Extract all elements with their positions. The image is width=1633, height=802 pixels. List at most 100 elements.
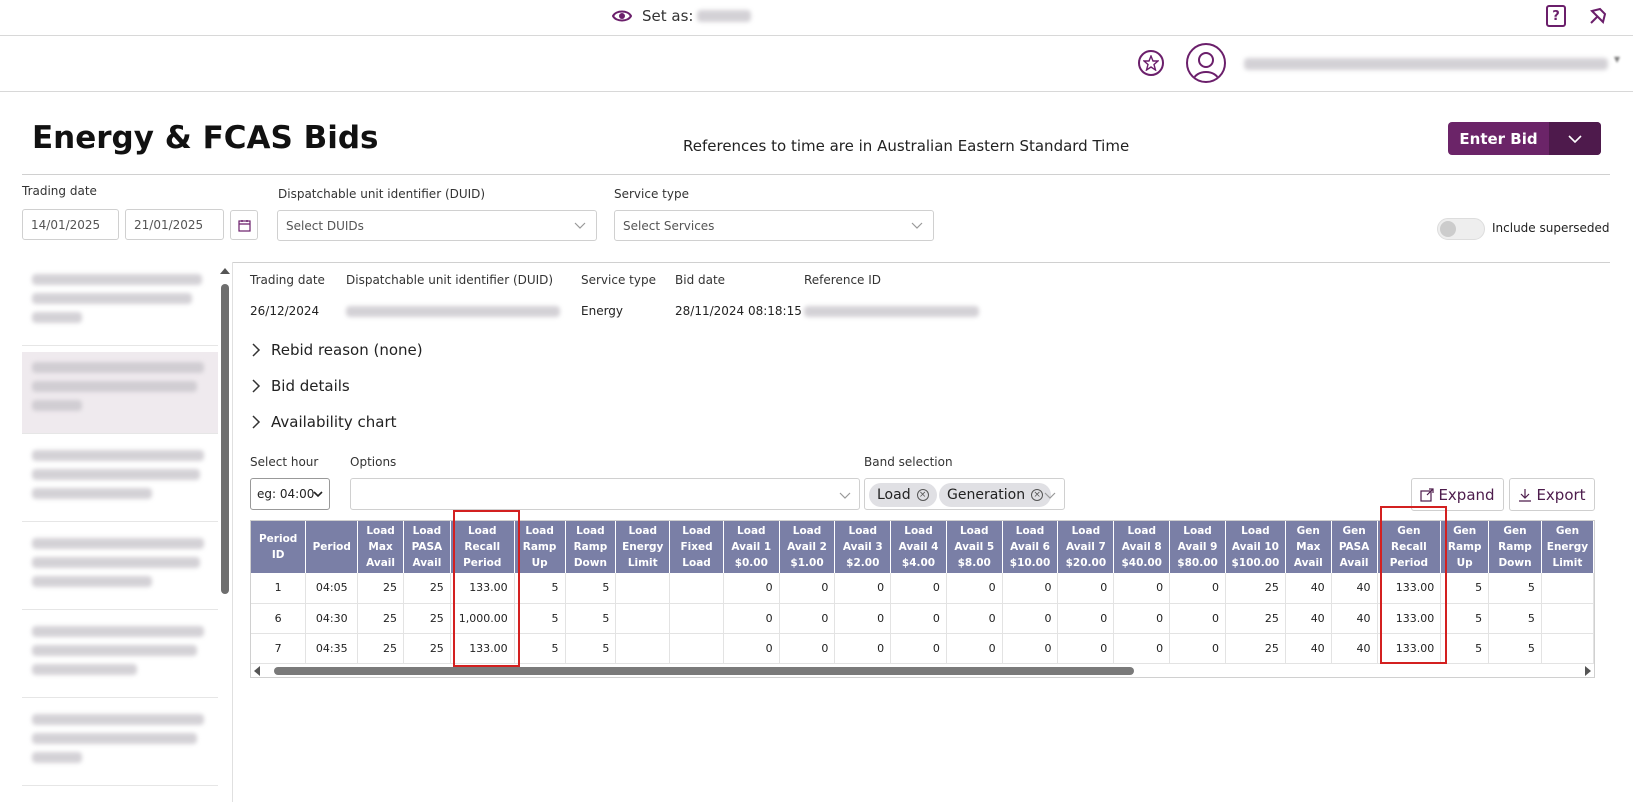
close-icon[interactable]: ×: [1031, 489, 1044, 501]
scroll-up-icon[interactable]: [220, 268, 230, 274]
column-header[interactable]: Load Fixed Load: [669, 521, 724, 573]
column-header[interactable]: Load PASA Avail: [403, 521, 451, 573]
table-cell: 6: [251, 603, 307, 634]
date-from-input[interactable]: 14/01/2025: [22, 209, 119, 240]
pin-icon[interactable]: [1588, 6, 1608, 26]
scroll-thumb[interactable]: [274, 667, 1134, 675]
table-cell: 25: [403, 603, 451, 634]
table-cell: 5: [1488, 603, 1542, 634]
chevron-right-icon: [252, 415, 261, 429]
band-chip-generation[interactable]: Generation ×: [939, 483, 1052, 507]
detail-service-type-header: Service type: [581, 273, 656, 287]
chevron-down-icon: [911, 222, 923, 229]
table-body: 1 04:05 25 25 133.00 5 5 0 0 0 0 0 0 0 0 0 25 40 40 133.00 5…: [251, 573, 1594, 664]
band-selection-select[interactable]: Load × Generation ×: [864, 478, 1065, 510]
table-cell: 0: [1113, 633, 1171, 664]
include-superseded-toggle[interactable]: [1437, 218, 1485, 240]
table-cell: 04:35: [305, 633, 359, 664]
table-cell: 5: [1440, 633, 1490, 664]
table-cell: 40: [1285, 573, 1332, 604]
column-header[interactable]: Gen Recall Period: [1377, 521, 1442, 573]
table-row[interactable]: 1 04:05 25 25 133.00 5 5 0 0 0 0 0 0 0 0 0 25 40 40 133.00 5…: [251, 573, 1594, 604]
expand-button[interactable]: Expand: [1411, 478, 1504, 511]
duid-select[interactable]: Select DUIDs: [277, 210, 597, 241]
scroll-thumb[interactable]: [221, 284, 229, 594]
column-header[interactable]: Load Avail 5 $8.00: [946, 521, 1003, 573]
column-header[interactable]: Gen PASA Avail: [1331, 521, 1378, 573]
table-cell: 5: [1440, 573, 1490, 604]
column-header[interactable]: Gen Max Avail: [1285, 521, 1332, 573]
column-header[interactable]: Load Max Avail: [357, 521, 404, 573]
table-row[interactable]: 6 04:30 25 25 1,000.00 5 5 0 0 0 0 0 0 0 0 0 25 40 40 133.0…: [251, 603, 1594, 634]
table-cell: 5: [565, 603, 617, 634]
column-header[interactable]: Gen Ramp Down: [1488, 521, 1542, 573]
column-header[interactable]: Load Avail 7 $20.00: [1057, 521, 1115, 573]
column-header[interactable]: Load Avail 1 $0.00: [723, 521, 780, 573]
enter-bid-label[interactable]: Enter Bid: [1448, 122, 1549, 155]
table-cell: [1541, 573, 1594, 604]
table-row[interactable]: 7 04:35 25 25 133.00 5 5 0 0 0 0 0 0 0 0 0 25 40 40 133.00 5…: [251, 633, 1594, 664]
column-header[interactable]: Load Avail 2 $1.00: [779, 521, 836, 573]
column-header[interactable]: Load Avail 6 $10.00: [1002, 521, 1059, 573]
table-cell: 0: [723, 633, 780, 664]
table-cell: 0: [1113, 573, 1171, 604]
detail-trading-date-value: 26/12/2024: [250, 304, 320, 318]
column-header[interactable]: Load Avail 4 $4.00: [890, 521, 947, 573]
table-cell: [1541, 633, 1594, 664]
help-icon[interactable]: ?: [1546, 5, 1566, 27]
set-as-indicator[interactable]: Set as:: [612, 7, 752, 25]
bid-list-item[interactable]: [22, 352, 218, 434]
column-header[interactable]: Load Avail 9 $80.00: [1169, 521, 1226, 573]
column-header[interactable]: Load Ramp Up: [514, 521, 566, 573]
export-button[interactable]: Export: [1509, 478, 1595, 511]
column-header[interactable]: Gen Ramp Up: [1440, 521, 1490, 573]
accordion-availability-chart[interactable]: Availability chart: [252, 413, 397, 431]
favourite-star-icon[interactable]: [1138, 50, 1164, 76]
bid-list-scrollbar[interactable]: [220, 266, 230, 802]
column-header[interactable]: Period: [305, 521, 359, 573]
column-header[interactable]: Period ID: [251, 521, 307, 573]
accordion-bid-details[interactable]: Bid details: [252, 377, 350, 395]
table-horizontal-scrollbar[interactable]: [250, 664, 1595, 678]
column-header[interactable]: Load Avail 8 $40.00: [1113, 521, 1171, 573]
table-cell: 133.00: [1377, 573, 1442, 604]
table-cell: [669, 633, 724, 664]
table-cell: 0: [1002, 573, 1059, 604]
table-cell: 0: [1113, 603, 1171, 634]
bid-list-item[interactable]: [22, 528, 218, 610]
column-header[interactable]: Load Recall Period: [450, 521, 515, 573]
scroll-right-icon[interactable]: [1585, 666, 1591, 676]
table-cell: 25: [403, 573, 451, 604]
bid-list-item[interactable]: [22, 704, 218, 786]
table-cell: 0: [890, 633, 947, 664]
user-menu-chevron-icon[interactable]: ▾: [1614, 52, 1620, 66]
column-header[interactable]: Load Ramp Down: [565, 521, 617, 573]
export-label: Export: [1536, 485, 1586, 504]
enter-bid-dropdown[interactable]: [1549, 122, 1601, 155]
table-cell: 133.00: [1377, 603, 1442, 634]
bid-list-item[interactable]: [22, 616, 218, 698]
bid-list-item[interactable]: [22, 440, 218, 522]
accordion-rebid-reason[interactable]: Rebid reason (none): [252, 341, 423, 359]
user-name-redacted[interactable]: [1244, 58, 1608, 70]
column-header[interactable]: Load Avail 10 $100.00: [1225, 521, 1286, 573]
table-cell: [615, 603, 671, 634]
table-cell: 25: [357, 603, 404, 634]
column-header[interactable]: Gen Energy Limit: [1541, 521, 1594, 573]
scroll-left-icon[interactable]: [254, 666, 260, 676]
column-header[interactable]: Load Energy Limit: [615, 521, 671, 573]
band-chip-load[interactable]: Load ×: [869, 483, 937, 507]
top-bar: Set as: ?: [0, 0, 1633, 36]
service-select[interactable]: Select Services: [614, 210, 934, 241]
options-select[interactable]: [350, 478, 860, 510]
avatar[interactable]: [1186, 43, 1226, 83]
detail-service-type-value: Energy: [581, 304, 624, 318]
bid-list-item[interactable]: [22, 264, 218, 346]
column-header[interactable]: Load Avail 3 $2.00: [834, 521, 892, 573]
date-to-input[interactable]: 21/01/2025: [125, 209, 224, 240]
table-cell: 25: [1225, 603, 1286, 634]
select-hour-dropdown[interactable]: eg: 04:00: [250, 478, 330, 510]
calendar-button[interactable]: [230, 210, 258, 240]
close-icon[interactable]: ×: [916, 489, 929, 501]
enter-bid-button[interactable]: Enter Bid: [1448, 122, 1601, 155]
